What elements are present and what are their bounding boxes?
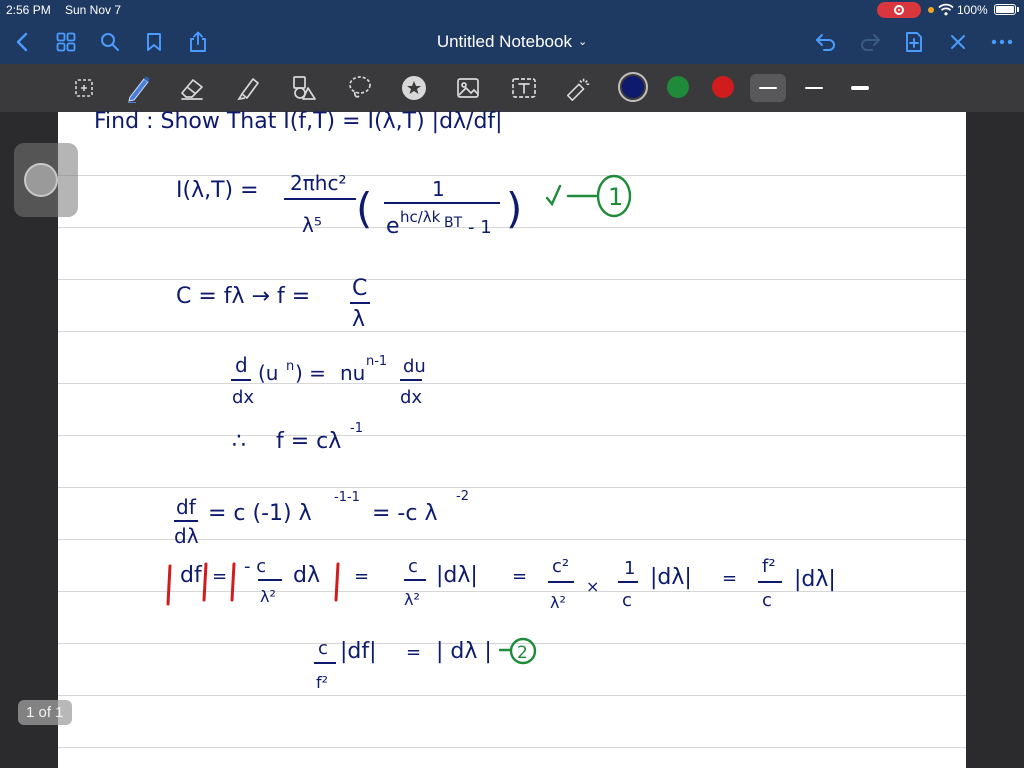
- color-red[interactable]: [712, 76, 734, 98]
- lasso-select-icon[interactable]: [70, 74, 98, 102]
- screen-recording-indicator[interactable]: [877, 2, 921, 18]
- mic-indicator-icon: [928, 7, 934, 13]
- text-icon[interactable]: [510, 74, 538, 102]
- highlighter-icon[interactable]: [234, 74, 262, 102]
- status-time: 2:56 PM: [6, 3, 51, 17]
- image-icon[interactable]: [454, 74, 482, 102]
- pen-icon[interactable]: [124, 74, 152, 103]
- eraser-icon[interactable]: [178, 74, 206, 102]
- color-green[interactable]: [667, 76, 689, 98]
- notebook-page[interactable]: [58, 112, 966, 768]
- battery-percent: 100%: [957, 3, 988, 17]
- stroke-medium[interactable]: [796, 74, 832, 102]
- close-icon[interactable]: [944, 28, 972, 56]
- laser-pointer-icon[interactable]: [564, 74, 592, 102]
- scroll-knob-icon: [24, 163, 58, 197]
- nav-bar: Untitled Notebook ⌄: [0, 20, 1024, 64]
- undo-icon[interactable]: [812, 28, 840, 56]
- add-page-icon[interactable]: [900, 28, 928, 56]
- redo-icon[interactable]: [856, 28, 884, 56]
- color-navy[interactable]: [618, 72, 648, 102]
- sticker-icon[interactable]: [400, 74, 428, 102]
- shapes-icon[interactable]: [290, 74, 318, 102]
- chevron-down-icon: ⌄: [577, 36, 588, 48]
- canvas-area[interactable]: [0, 112, 1024, 768]
- tool-bar: [0, 64, 1024, 112]
- status-date: Sun Nov 7: [65, 3, 122, 17]
- page-indicator[interactable]: 1 of 1: [18, 700, 72, 725]
- page-scroll-handle[interactable]: [14, 143, 78, 217]
- battery-icon: [994, 4, 1016, 15]
- battery-tip: [1017, 7, 1019, 12]
- record-icon: [894, 5, 904, 15]
- wifi-icon: [938, 3, 954, 16]
- stroke-thin[interactable]: [750, 74, 786, 102]
- more-icon[interactable]: [988, 28, 1016, 56]
- notebook-title-text: Untitled Notebook: [436, 32, 572, 51]
- status-bar: 2:56 PM Sun Nov 7 100%: [0, 0, 1024, 20]
- lasso-icon[interactable]: [346, 74, 374, 102]
- stroke-thick[interactable]: [842, 74, 878, 102]
